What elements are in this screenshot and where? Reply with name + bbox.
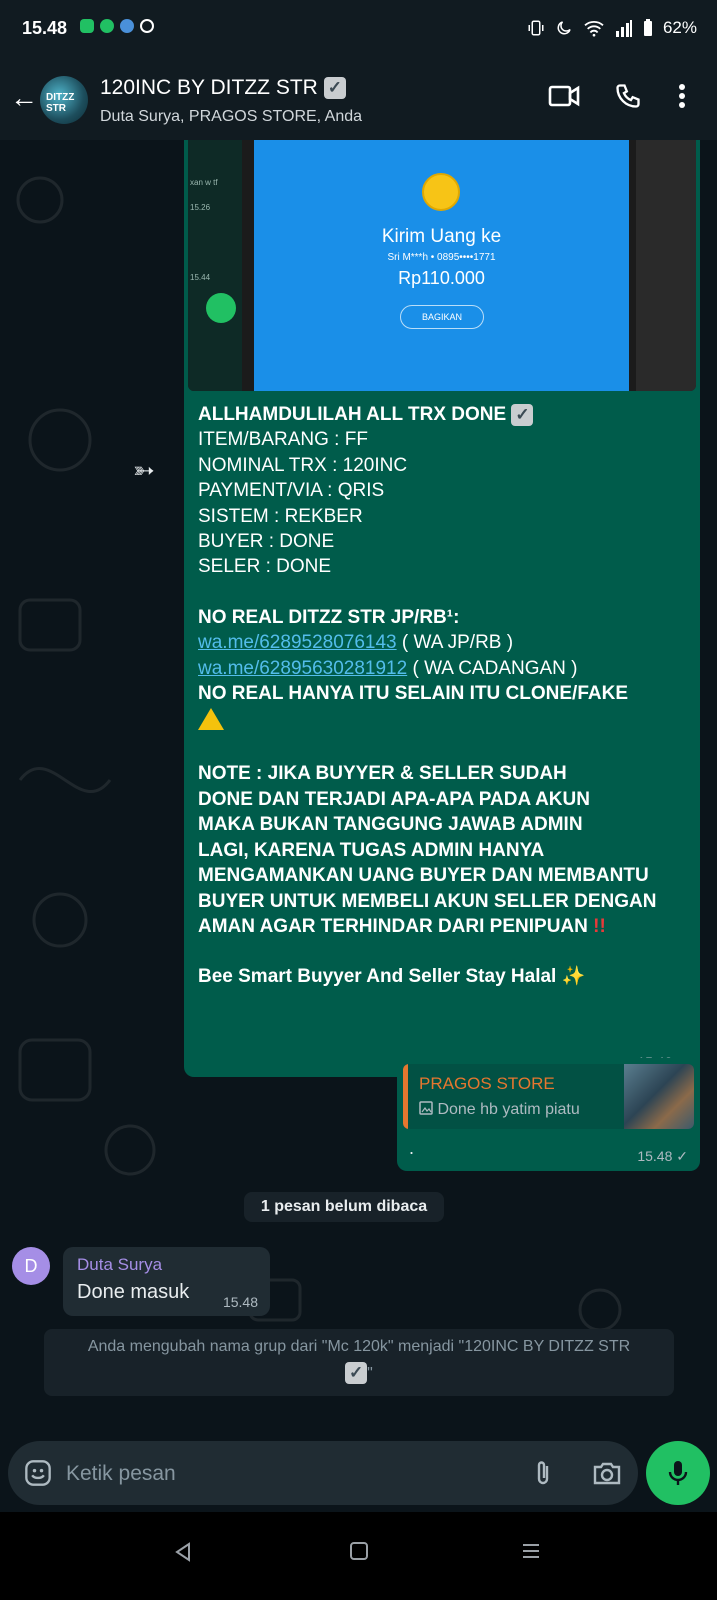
reply-text: . [409,1138,415,1158]
snippet-text: xan w tf [190,178,218,187]
msg-line: NO REAL DITZZ STR JP/RB¹: [198,606,460,628]
link-suffix: ( WA JP/RB ) [396,632,514,654]
msg-line: NOMINAL TRX : 120INC [198,454,408,476]
closing-line: Bee Smart Buyyer And Seller Stay Halal [198,966,557,988]
screenshot-chat-strip: xan w tf 15.26 15.44 [188,140,242,391]
chat-title[interactable]: 120INC BY DITZZ STR ✓ [100,76,346,100]
reply-message-bubble[interactable]: PRAGOS STORE Done hb yatim piatu . 15.48… [397,1058,700,1171]
screenshot-edge [636,140,696,391]
double-exclamation-icon: !! [593,915,606,937]
sparkles-icon: ✨ [561,966,586,988]
signal-icon [615,20,632,37]
forwarded-icon[interactable]: ➳ [133,455,155,486]
voice-record-button[interactable] [646,1441,710,1505]
moon-icon [557,21,571,35]
success-coin-icon [422,173,460,211]
msg-line: SISTEM : REKBER [198,505,363,527]
snippet-time: 15.26 [190,203,211,212]
wa-link-primary[interactable]: wa.me/6289528076143 [198,632,397,653]
message-text: ALLHAMDULILAH ALL TRX DONE ✓ ITEM/BARANG… [198,402,692,990]
arrow-left-icon[interactable]: ← [10,84,38,112]
quote-accent-bar [403,1064,408,1129]
app-notification-icon [120,19,134,33]
chat-header[interactable]: ← DITZZ STR 120INC BY DITZZ STR ✓ Duta S… [0,56,717,140]
image-icon [419,1101,433,1115]
mic-icon [668,1461,688,1485]
share-button: BAGIKAN [400,305,484,329]
avatar-text: DITZZ STR [46,92,75,114]
forwarded-message-bubble[interactable]: xan w tf 15.26 15.44 Kirim Uang ke Sri M… [184,140,700,1077]
app-notification-icon [140,19,154,33]
message-input[interactable] [64,1454,508,1494]
chat-title-text: 120INC BY DITZZ STR [100,76,318,99]
chat-participants[interactable]: Duta Surya, PRAGOS STORE, Anda [100,108,362,126]
battery-icon [643,19,652,36]
unread-divider: 1 pesan belum dibaca [244,1192,444,1222]
incoming-message-bubble[interactable]: Duta Surya Done masuk 15.48 [63,1247,270,1316]
notification-icons [80,19,154,33]
msg-line: BUYER : DONE [198,531,335,553]
system-status: 62% [527,18,697,38]
note-line: DONE DAN TERJADI APA-APA PADA AKUN [198,788,590,810]
avatar[interactable]: D [12,1247,50,1285]
payment-receipt: Kirim Uang ke Sri M***h • 0895••••1771 R… [254,140,629,391]
quote-body: Done hb yatim piatu [437,1101,580,1118]
quote-text: Done hb yatim piatu [419,1101,580,1119]
camera-icon[interactable] [593,1460,621,1486]
system-nav-bar [0,1512,717,1600]
note-line: BUYER UNTUK MEMBELI AKUN SELLER DENGAN [198,890,657,912]
msg-line: ITEM/BARANG : FF [198,429,368,451]
message-time: 15.48 [222,1294,258,1310]
quoted-message[interactable]: PRAGOS STORE Done hb yatim piatu [403,1064,694,1129]
check-mark-icon: ✓ [511,403,534,426]
nav-home-icon[interactable] [350,1542,368,1560]
warning-icon [198,708,224,731]
system-notice: Anda mengubah nama grup dari "Mc 120k" m… [44,1329,674,1396]
app-notification-icon [100,19,114,33]
message-composer[interactable] [8,1441,638,1505]
note-line: MAKA BUKAN TANGGUNG JAWAB ADMIN [198,814,583,836]
msg-line: SELER : DONE [198,556,332,578]
paperclip-icon[interactable] [532,1459,554,1487]
msg-line: NO REAL HANYA ITU SELAIN ITU CLONE/FAKE [198,683,628,705]
quote-sender: PRAGOS STORE [419,1074,555,1093]
sender-name[interactable]: Duta Surya [77,1255,162,1275]
note-line: AMAN AGAR TERHINDAR DARI PENIPUAN [198,915,588,937]
status-time: 15.48 [22,18,68,38]
note-line: MENGAMANKAN UANG BUYER DAN MEMBANTU [198,865,649,887]
note-line: NOTE : JIKA BUYYER & SELLER SUDAH [198,763,567,785]
video-call-icon[interactable] [548,82,580,110]
wifi-icon [584,21,604,37]
app-notification-icon [80,19,94,33]
group-avatar[interactable]: DITZZ STR [40,76,88,124]
check-mark-icon: ✓ [323,77,346,99]
receipt-amount: Rp110.000 [398,268,485,288]
msg-line: ALLHAMDULILAH ALL TRX DONE [198,404,507,425]
vibrate-icon [528,20,544,36]
message-text: Done masuk [77,1281,190,1303]
msg-line: PAYMENT/VIA : QRIS [198,480,385,502]
battery-level: 62% [662,18,697,37]
wa-link-backup[interactable]: wa.me/62895630281912 [198,658,407,679]
receipt-recipient: Sri M***h • 0895••••1771 [387,252,496,263]
note-line: LAGI, KARENA TUGAS ADMIN HANYA [198,839,545,861]
more-vert-icon[interactable] [678,82,686,110]
nav-back-icon[interactable] [174,1542,192,1562]
phone-icon[interactable] [614,82,642,110]
mic-icon [206,293,236,323]
check-mark-icon: ✓ [345,1361,368,1384]
snippet-time: 15.44 [190,273,211,282]
system-notice-text: Anda mengubah nama grup dari "Mc 120k" m… [87,1338,631,1355]
chat-area[interactable]: ➳ xan w tf 15.26 15.44 Kirim Uang ke Sri… [0,140,717,1416]
quote-thumbnail [624,1064,694,1129]
emoji-icon[interactable] [24,1459,52,1487]
status-bar: 15.48 62% [0,0,717,56]
system-notice-end: " [367,1365,373,1382]
receipt-heading: Kirim Uang ke [381,226,502,247]
transfer-screenshot[interactable]: xan w tf 15.26 15.44 Kirim Uang ke Sri M… [188,140,696,391]
link-suffix: ( WA CADANGAN ) [407,657,578,679]
message-time: 15.48 ✓ [637,1148,688,1164]
nav-recents-icon[interactable] [522,1542,540,1560]
